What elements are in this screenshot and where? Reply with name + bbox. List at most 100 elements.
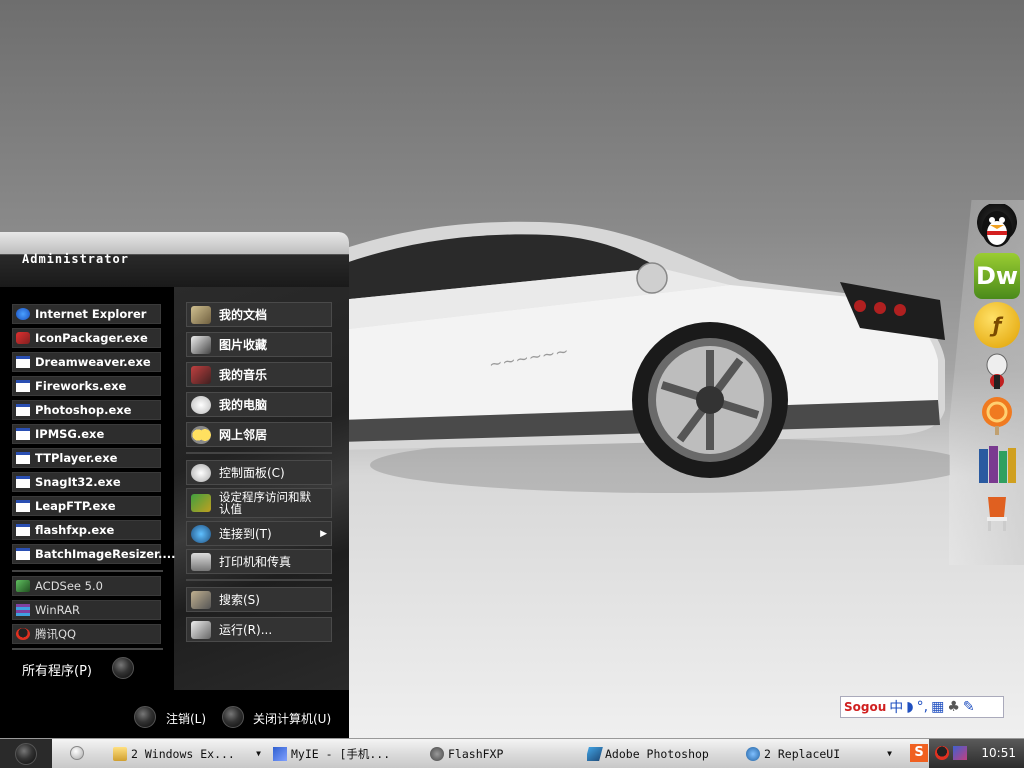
app-acdsee[interactable]: ACDSee 5.0 — [12, 576, 161, 596]
logoff-button[interactable]: 注销(L) — [166, 710, 206, 727]
punctuation-icon[interactable]: °, — [917, 699, 928, 715]
app-label: Internet Explorer — [35, 307, 147, 321]
place-my-computer[interactable]: 我的电脑 — [186, 392, 332, 417]
program-access-item[interactable]: 设定程序访问和默认值 — [186, 488, 332, 518]
sogou-tray-icon[interactable]: S — [910, 744, 928, 762]
dreamweaver-icon[interactable]: Dw — [974, 253, 1020, 299]
group-dropdown-icon: ▼ — [256, 749, 261, 758]
lollipop-icon[interactable] — [974, 392, 1020, 438]
start-button[interactable] — [0, 739, 52, 768]
settings-icon[interactable]: ✎ — [963, 699, 975, 715]
app-winrar[interactable]: WinRAR — [12, 600, 161, 620]
sogou-logo: Sogou — [844, 700, 887, 714]
app-batchimageresizer[interactable]: BatchImageResizer.... — [12, 544, 176, 564]
sogou-ime-bar[interactable]: Sogou 中 ◗ °, ▦ ♣ ✎ — [840, 696, 1004, 718]
app-label: IconPackager.exe — [35, 331, 148, 345]
ie-icon — [16, 308, 30, 320]
keyboard-icon[interactable]: ▦ — [931, 699, 944, 715]
place-my-music[interactable]: 我的音乐 — [186, 362, 332, 387]
menu-separator — [12, 570, 163, 572]
search-item[interactable]: 搜索(S) — [186, 587, 332, 612]
app-flashfxp[interactable]: flashfxp.exe — [12, 520, 161, 540]
flash-icon[interactable]: ƒ — [974, 302, 1020, 348]
app-ipmsg[interactable]: IPMSG.exe — [12, 424, 161, 444]
app-label: LeapFTP.exe — [35, 499, 116, 513]
qq-tray-icon[interactable] — [935, 746, 949, 760]
group-dropdown-icon: ▼ — [887, 749, 892, 758]
window-icon — [16, 428, 30, 440]
app-photoshop[interactable]: Photoshop.exe — [12, 400, 161, 420]
messenger-tray-icon[interactable] — [953, 746, 967, 760]
ime-mode-indicator[interactable]: 中 — [889, 697, 903, 717]
shutdown-icon[interactable] — [222, 706, 244, 728]
place-label: 运行(R)... — [219, 623, 273, 637]
winrar-icon — [16, 604, 30, 616]
app-label: Photoshop.exe — [35, 403, 132, 417]
system-tray: 10:51 — [929, 739, 1024, 768]
printers-item[interactable]: 打印机和传真 — [186, 549, 332, 574]
app-label: Dreamweaver.exe — [35, 355, 151, 369]
place-network[interactable]: 网上邻居 — [186, 422, 332, 447]
place-label: 控制面板(C) — [219, 466, 285, 480]
show-desktop-icon[interactable] — [70, 746, 84, 760]
run-item[interactable]: 运行(R)... — [186, 617, 332, 642]
window-icon — [16, 356, 30, 368]
shutdown-button[interactable]: 关闭计算机(U) — [253, 710, 331, 727]
place-label: 网上邻居 — [219, 428, 268, 442]
place-my-documents[interactable]: 我的文档 — [186, 302, 332, 327]
app-qq[interactable]: 腾讯QQ — [12, 624, 161, 644]
app-leapftp[interactable]: LeapFTP.exe — [12, 496, 161, 516]
app-fireworks[interactable]: Fireworks.exe — [12, 376, 161, 396]
all-programs-arrow-icon[interactable] — [112, 657, 134, 679]
photoshop-icon — [587, 746, 603, 761]
pictures-icon — [191, 335, 211, 354]
flashfxp-icon — [430, 746, 444, 761]
control-panel-item[interactable]: 控制面板(C) — [186, 460, 332, 485]
music-icon — [191, 365, 211, 384]
place-label: 连接到(T) — [219, 527, 272, 541]
place-my-pictures[interactable]: 图片收藏 — [186, 332, 332, 357]
clock[interactable]: 10:51 — [981, 746, 1016, 760]
place-label: 搜索(S) — [219, 593, 260, 607]
task-myie[interactable]: MyIE - [手机... — [273, 743, 413, 764]
messenger-icon[interactable] — [974, 348, 1020, 394]
task-photoshop[interactable]: Adobe Photoshop — [587, 743, 727, 764]
app-internet-explorer[interactable]: Internet Explorer — [12, 304, 161, 324]
window-icon — [16, 500, 30, 512]
task-windows-explorer[interactable]: 2 Windows Ex... ▼ — [113, 743, 261, 764]
chair-icon[interactable] — [974, 490, 1020, 536]
window-icon — [16, 548, 30, 560]
documents-icon — [191, 305, 211, 324]
program-access-icon — [191, 494, 211, 512]
task-label: Adobe Photoshop — [605, 746, 709, 761]
app-dreamweaver[interactable]: Dreamweaver.exe — [12, 352, 161, 372]
network-icon — [191, 425, 211, 444]
task-label: 2 ReplaceUI — [764, 746, 841, 761]
app-label: flashfxp.exe — [35, 523, 115, 537]
window-icon — [16, 380, 30, 392]
window-icon — [16, 404, 30, 416]
place-label: 我的文档 — [219, 308, 268, 322]
app-label: TTPlayer.exe — [35, 451, 118, 465]
task-replaceui[interactable]: 2 ReplaceUI ▼ — [746, 743, 892, 764]
connect-to-item[interactable]: 连接到(T) ▶ — [186, 521, 332, 546]
iconpackager-icon — [16, 332, 30, 344]
app-snagit[interactable]: SnagIt32.exe — [12, 472, 161, 492]
submenu-arrow-icon: ▶ — [320, 528, 327, 539]
place-label: 图片收藏 — [219, 338, 268, 352]
halfwidth-icon[interactable]: ◗ — [906, 699, 913, 715]
myie-icon — [273, 746, 287, 761]
all-programs-button[interactable]: 所有程序(P) — [22, 660, 92, 679]
app-ttplayer[interactable]: TTPlayer.exe — [12, 448, 161, 468]
app-iconpackager[interactable]: IconPackager.exe — [12, 328, 161, 348]
app-label: IPMSG.exe — [35, 427, 105, 441]
logoff-icon[interactable] — [134, 706, 156, 728]
run-icon — [191, 620, 211, 639]
window-icon — [16, 476, 30, 488]
task-label: 2 Windows Ex... — [131, 746, 235, 761]
task-flashfxp[interactable]: FlashFXP — [430, 743, 570, 764]
books-icon[interactable] — [974, 442, 1020, 488]
qq-icon[interactable] — [974, 204, 1020, 250]
skin-icon[interactable]: ♣ — [947, 699, 960, 715]
window-icon — [16, 452, 30, 464]
